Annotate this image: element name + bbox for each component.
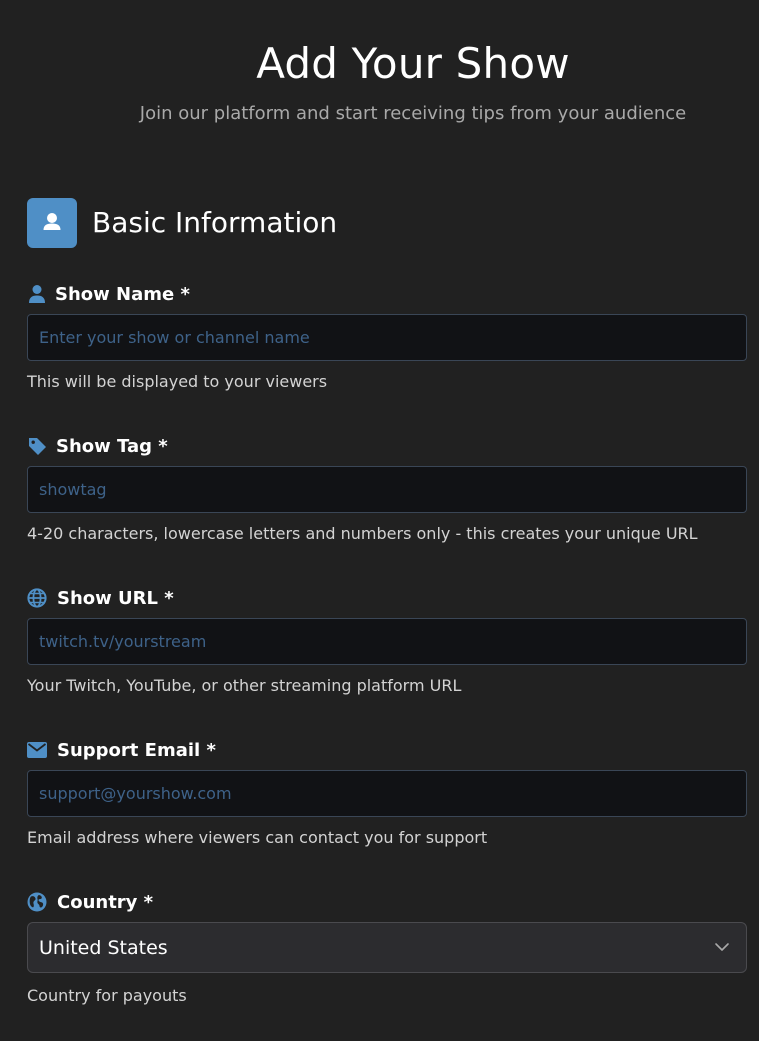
show-tag-label: Show Tag * — [27, 434, 168, 458]
page-title: Add Your Show — [256, 39, 570, 88]
show-url-label: Show URL * — [27, 586, 174, 610]
show-url-help: Your Twitch, YouTube, or other streaming… — [27, 676, 462, 695]
support-email-help: Email address where viewers can contact … — [27, 828, 488, 847]
country-label-text: Country * — [57, 891, 154, 913]
support-email-label-text: Support Email * — [57, 739, 216, 761]
show-name-help: This will be displayed to your viewers — [27, 372, 328, 391]
tag-icon — [27, 437, 47, 456]
country-select[interactable]: United States — [27, 922, 747, 973]
show-name-input[interactable] — [27, 314, 747, 361]
page-header: Add Your Show Join our platform and star… — [0, 0, 759, 140]
field-show-url: Show URL * Your Twitch, YouTube, or othe… — [27, 586, 747, 706]
show-url-label-text: Show URL * — [57, 587, 174, 609]
user-icon — [27, 198, 77, 248]
support-email-input[interactable] — [27, 770, 747, 817]
field-show-tag: Show Tag * 4-20 characters, lowercase le… — [27, 434, 747, 554]
show-url-input[interactable] — [27, 618, 747, 665]
show-name-label-text: Show Name * — [55, 283, 190, 305]
page-subtitle: Join our platform and start receiving ti… — [139, 103, 687, 124]
country-select-value: United States — [39, 936, 168, 959]
support-email-label: Support Email * — [27, 738, 216, 762]
field-country: Country * United States Country for payo… — [27, 890, 747, 1020]
country-label: Country * — [27, 890, 153, 914]
show-name-label: Show Name * — [27, 282, 190, 306]
field-support-email: Support Email * Email address where view… — [27, 738, 747, 858]
country-help: Country for payouts — [27, 986, 187, 1005]
show-tag-input[interactable] — [27, 466, 747, 513]
envelope-icon — [27, 742, 47, 758]
field-show-name: Show Name * This will be displayed to yo… — [27, 282, 747, 402]
show-tag-label-text: Show Tag * — [56, 435, 168, 457]
user-icon — [27, 284, 47, 304]
chevron-down-icon — [714, 939, 730, 959]
section-title: Basic Information — [92, 206, 338, 239]
earth-icon — [27, 892, 47, 912]
globe-icon — [27, 588, 47, 608]
show-tag-help: 4-20 characters, lowercase letters and n… — [27, 524, 698, 543]
